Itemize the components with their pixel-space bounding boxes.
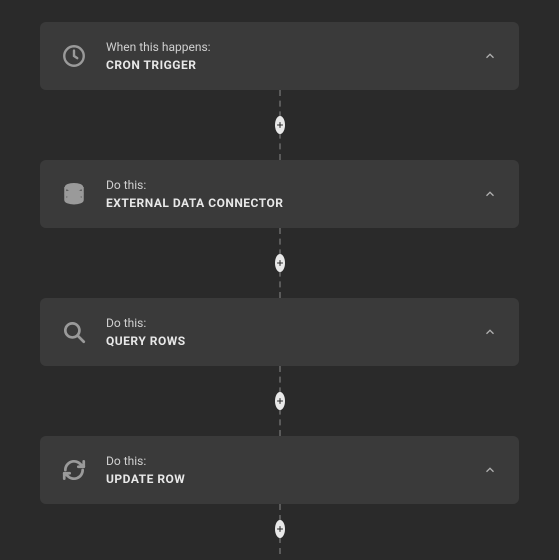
add-step-button[interactable] [275, 520, 285, 538]
step-title: UPDATE ROW [106, 472, 481, 486]
database-icon [60, 180, 88, 208]
add-step-button[interactable] [275, 116, 285, 134]
step-title: CRON TRIGGER [106, 58, 481, 72]
connector [279, 90, 281, 160]
step-external-data-connector[interactable]: Do this: EXTERNAL DATA CONNECTOR [40, 160, 519, 228]
step-update-row[interactable]: Do this: UPDATE ROW [40, 436, 519, 504]
workflow-flow: When this happens: CRON TRIGGER Do this:… [0, 22, 559, 554]
add-step-button[interactable] [275, 392, 285, 410]
step-label: When this happens: [106, 40, 481, 54]
connector [279, 228, 281, 298]
step-title: EXTERNAL DATA CONNECTOR [106, 196, 481, 210]
step-text: Do this: QUERY ROWS [106, 316, 481, 348]
add-step-button[interactable] [275, 254, 285, 272]
connector [279, 504, 281, 554]
step-text: Do this: EXTERNAL DATA CONNECTOR [106, 178, 481, 210]
chevron-up-icon[interactable] [481, 185, 499, 203]
connector [279, 366, 281, 436]
search-icon [60, 318, 88, 346]
chevron-up-icon[interactable] [481, 47, 499, 65]
chevron-up-icon[interactable] [481, 323, 499, 341]
step-label: Do this: [106, 178, 481, 192]
step-cron-trigger[interactable]: When this happens: CRON TRIGGER [40, 22, 519, 90]
step-label: Do this: [106, 454, 481, 468]
step-query-rows[interactable]: Do this: QUERY ROWS [40, 298, 519, 366]
step-text: When this happens: CRON TRIGGER [106, 40, 481, 72]
step-label: Do this: [106, 316, 481, 330]
step-title: QUERY ROWS [106, 334, 481, 348]
refresh-icon [60, 456, 88, 484]
chevron-up-icon[interactable] [481, 461, 499, 479]
clock-icon [60, 42, 88, 70]
step-text: Do this: UPDATE ROW [106, 454, 481, 486]
